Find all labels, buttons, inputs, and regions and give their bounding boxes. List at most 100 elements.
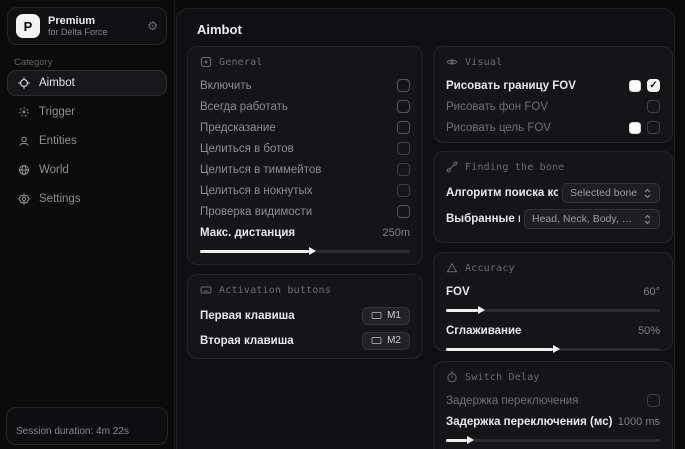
gear-icon	[17, 193, 30, 206]
sidebar-item-label: Settings	[39, 193, 81, 205]
checkbox[interactable]	[397, 142, 410, 155]
session-card: Session duration: 4m 22s	[6, 407, 168, 445]
slider-row-fov: FOV 60°	[446, 281, 660, 302]
checkbox[interactable]	[397, 205, 410, 218]
eye-icon	[446, 56, 458, 68]
toggle-row-always-work: Всегда работать	[200, 96, 410, 117]
slider-value: 50%	[638, 325, 660, 337]
session-duration: Session duration: 4m 22s	[16, 426, 129, 437]
slider-label: Задержка переключения (мс)	[446, 416, 612, 428]
checkbox[interactable]	[397, 163, 410, 176]
toggle-label: Предсказание	[200, 122, 276, 134]
checkbox[interactable]: ✓	[647, 79, 660, 92]
card-switch-delay: Switch Delay Задержка переключения Задер…	[433, 361, 673, 449]
sidebar-item-label: Entities	[39, 135, 77, 147]
max-distance-slider[interactable]	[200, 247, 410, 255]
keybind-button-m2[interactable]: M2	[362, 332, 410, 350]
toggle-label: Целиться в тиммейтов	[200, 164, 321, 176]
brand-card: P Premium for Delta Force ⚙	[7, 7, 167, 45]
sidebar-item-settings[interactable]: Settings	[7, 186, 167, 212]
checkbox[interactable]	[397, 100, 410, 113]
toggle-label: Целиться в нокнутых	[200, 185, 313, 197]
keybind-label: Первая клавиша	[200, 310, 295, 322]
slider-value: 60°	[643, 286, 660, 298]
card-title: Accuracy	[465, 263, 515, 274]
brand-logo: P	[16, 14, 40, 38]
slider-row-switch-delay-ms: Задержка переключения (мс) 1000 ms	[446, 411, 660, 432]
slider-row-smoothing: Сглаживание 50%	[446, 320, 660, 341]
sidebar: P Premium for Delta Force ⚙ Category Aim…	[0, 0, 175, 449]
toggle-label: Всегда работать	[200, 101, 288, 113]
keybind-value: M1	[387, 310, 401, 321]
card-visual: Visual Рисовать границу FOV ✓ Рисовать ф…	[433, 46, 673, 143]
toggle-label: Целиться в ботов	[200, 143, 294, 155]
card-accuracy: Accuracy FOV 60° Сглаживание 50%	[433, 252, 673, 351]
card-title: Switch Delay	[465, 372, 540, 383]
switch-delay-slider[interactable]	[446, 436, 660, 444]
sidebar-item-label: Aimbot	[39, 77, 75, 89]
keybind-label: Вторая клавиша	[200, 335, 294, 347]
checkbox[interactable]	[647, 121, 660, 134]
color-swatch[interactable]	[629, 122, 641, 134]
smoothing-slider[interactable]	[446, 345, 660, 353]
keybind-button-m1[interactable]: M1	[362, 307, 410, 325]
visual-row-fov-target: Рисовать цель FOV	[446, 117, 660, 138]
app-window: P Premium for Delta Force ⚙ Category Aim…	[0, 0, 685, 449]
toggle-label: Проверка видимости	[200, 206, 312, 218]
keybind-value: M2	[387, 335, 401, 346]
card-title: General	[219, 57, 263, 68]
sidebar-item-aimbot[interactable]: Aimbot	[7, 70, 167, 96]
toggle-row-enable: Включить	[200, 75, 410, 96]
mouse-key-icon	[371, 311, 382, 320]
checkbox[interactable]	[397, 184, 410, 197]
trigger-icon	[17, 106, 30, 119]
toggle-row-prediction: Предсказание	[200, 117, 410, 138]
sidebar-item-entities[interactable]: Entities	[7, 128, 167, 154]
card-activation-buttons: Activation buttons Первая клавиша M1 Вто…	[187, 274, 423, 359]
toggle-row-target-bots: Целиться в ботов	[200, 138, 410, 159]
bone-icon	[446, 161, 458, 173]
sidebar-item-trigger[interactable]: Trigger	[7, 99, 167, 125]
sidebar-item-world[interactable]: World	[7, 157, 167, 183]
crosshair-icon	[17, 77, 30, 90]
dropdown-value: Selected bone	[570, 187, 637, 199]
chevron-updown-icon	[643, 188, 652, 199]
visual-label: Рисовать границу FOV	[446, 80, 576, 92]
dropdown-value: Head, Neck, Body, Pe...	[532, 213, 638, 225]
toggle-row-target-teammates: Целиться в тиммейтов	[200, 159, 410, 180]
selected-bones-dropdown[interactable]: Head, Neck, Body, Pe...	[524, 209, 660, 229]
chevron-updown-icon	[643, 214, 652, 225]
keybind-row-second: Вторая клавиша M2	[200, 328, 410, 353]
card-general: General Включить Всегда работать Предска…	[187, 46, 423, 265]
bone-row-selected-bones: Выбранные кости Head, Neck, Body, Pe...	[446, 206, 660, 232]
slider-label: Макс. дистанция	[200, 227, 295, 239]
brand-subtitle: for Delta Force	[48, 27, 139, 37]
slider-row-max-distance: Макс. дистанция 250m	[200, 222, 410, 243]
dropdown-label: Выбранные кости	[446, 213, 520, 225]
card-title: Finding the bone	[465, 162, 565, 173]
toggle-label: Задержка переключения	[446, 395, 578, 407]
settings-gear-icon[interactable]: ⚙	[147, 19, 158, 33]
checkbox[interactable]	[397, 79, 410, 92]
toggle-row-switch-delay: Задержка переключения	[446, 390, 660, 411]
sidebar-nav: Aimbot Trigger Entities World	[7, 70, 167, 215]
category-label: Category	[14, 57, 53, 68]
bone-algorithm-dropdown[interactable]: Selected bone	[562, 183, 660, 203]
globe-icon	[17, 164, 30, 177]
toggle-label: Включить	[200, 80, 252, 92]
mouse-key-icon	[371, 336, 382, 345]
slider-label: FOV	[446, 286, 470, 298]
timer-icon	[446, 371, 458, 383]
visual-row-fov-background: Рисовать фон FOV	[446, 96, 660, 117]
checkbox[interactable]	[647, 100, 660, 113]
keyboard-icon	[200, 284, 212, 296]
fov-slider[interactable]	[446, 306, 660, 314]
color-swatch[interactable]	[629, 80, 641, 92]
visual-label: Рисовать цель FOV	[446, 122, 551, 134]
card-finding-bone: Finding the bone Алгоритм поиска кости S…	[433, 151, 673, 243]
page-title: Aimbot	[197, 22, 242, 37]
checkbox[interactable]	[647, 394, 660, 407]
keybind-row-first: Первая клавиша M1	[200, 303, 410, 328]
triangle-icon	[446, 262, 458, 274]
checkbox[interactable]	[397, 121, 410, 134]
